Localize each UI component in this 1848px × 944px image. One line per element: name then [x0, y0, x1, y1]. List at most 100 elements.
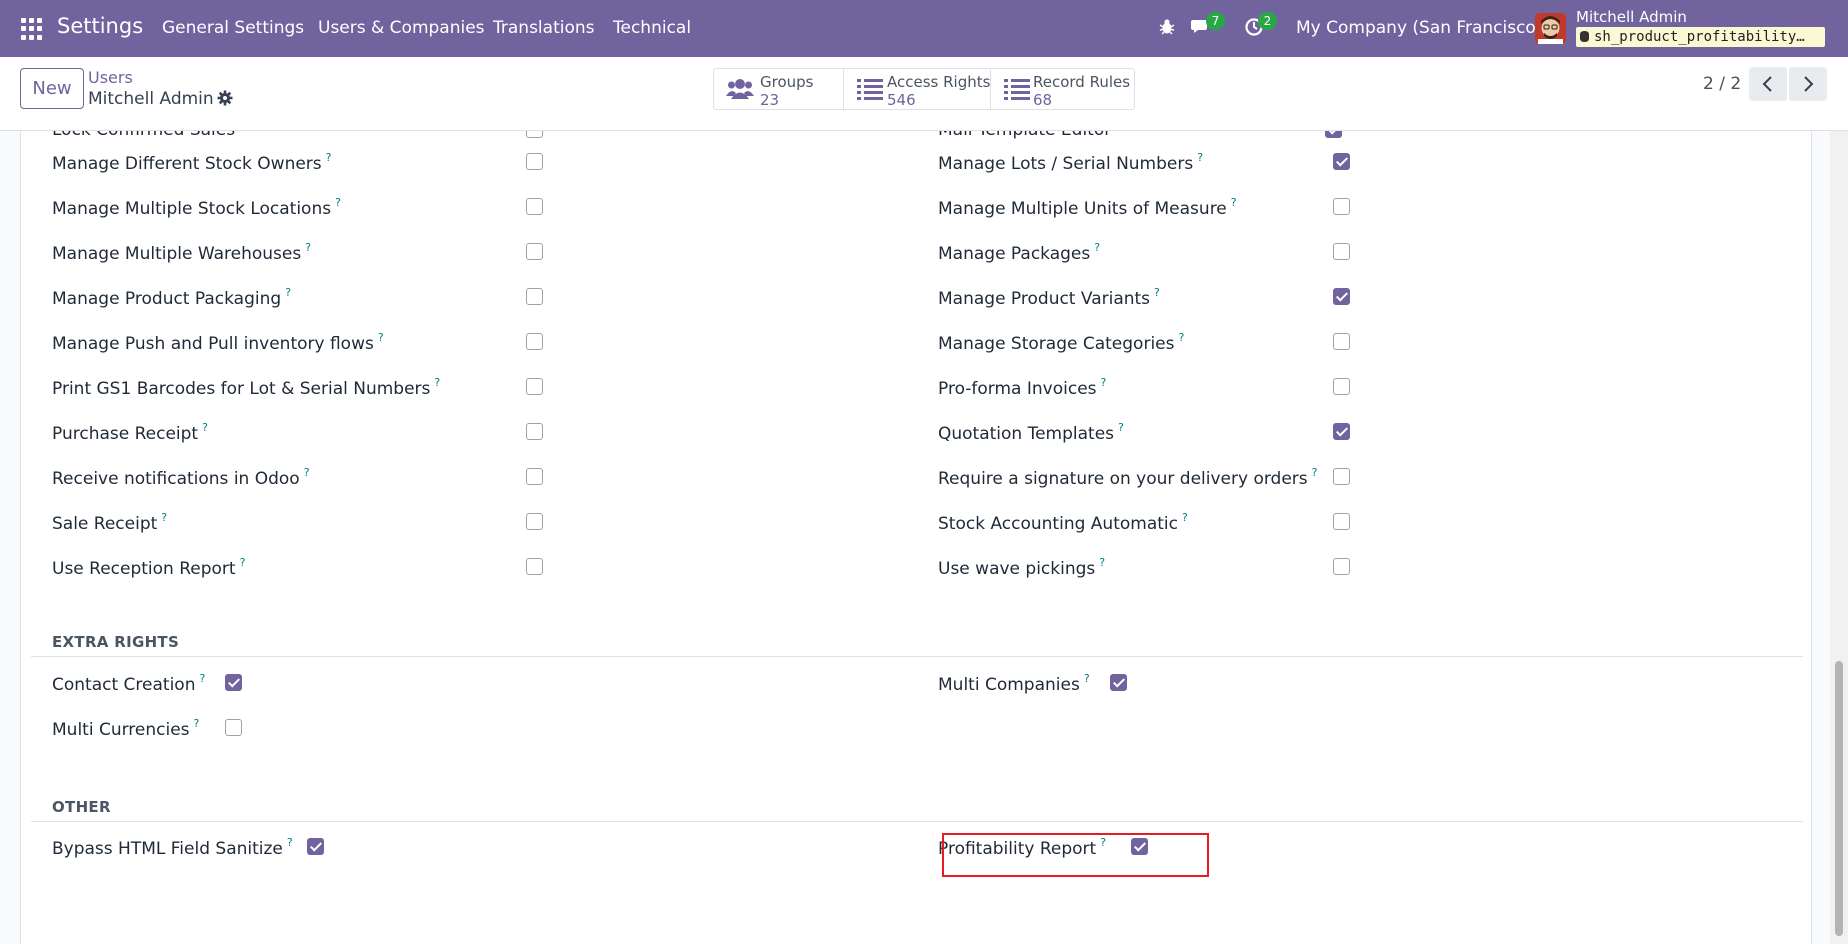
help-tooltip-icon[interactable]: ? [1094, 241, 1100, 254]
chevron-left-icon [1762, 76, 1772, 92]
access-right-checkbox[interactable] [1333, 333, 1350, 350]
access-right-checkbox[interactable] [1333, 378, 1350, 395]
scrollbar-thumb[interactable] [1835, 661, 1843, 936]
debug-bug-icon[interactable] [1158, 18, 1176, 40]
help-tooltip-icon[interactable]: ? [434, 376, 440, 389]
access-right-checkbox[interactable] [526, 423, 543, 440]
help-tooltip-icon[interactable]: ? [335, 196, 341, 209]
menu-general-settings[interactable]: General Settings [162, 18, 304, 38]
help-tooltip-icon[interactable]: ? [194, 717, 200, 730]
access-right-checkbox[interactable] [526, 153, 543, 170]
help-tooltip-icon[interactable]: ? [326, 151, 332, 164]
access-right-checkbox[interactable] [1333, 558, 1350, 575]
access-right-checkbox[interactable] [1333, 243, 1350, 260]
contact-creation-checkbox[interactable] [225, 674, 242, 691]
access-right-checkbox[interactable] [526, 513, 543, 530]
access-right-checkbox[interactable] [526, 333, 543, 350]
user-avatar[interactable] [1535, 13, 1566, 44]
multi-currencies-label: Multi Currencies? [52, 717, 200, 740]
help-tooltip-icon[interactable]: ? [1154, 286, 1160, 299]
right-checkbox-cut-left[interactable] [526, 131, 543, 138]
messages-chat-icon[interactable]: 7 [1190, 12, 1225, 42]
help-tooltip-icon[interactable]: ? [305, 241, 311, 254]
access-right-label: Manage Multiple Units of Measure? [938, 196, 1237, 219]
breadcrumb-users[interactable]: Users [88, 68, 133, 87]
activities-clock-icon[interactable]: 2 [1244, 12, 1277, 42]
form-sheet: Lock Confirmed Sales Mail Template Edito… [20, 131, 1812, 944]
breadcrumb-current-record: Mitchell Admin [88, 89, 214, 109]
pager-previous-button[interactable] [1749, 67, 1787, 101]
groups-stat-button[interactable]: Groups 23 [714, 69, 844, 109]
help-tooltip-icon[interactable]: ? [1118, 421, 1124, 434]
access-right-checkbox[interactable] [526, 243, 543, 260]
access-right-checkbox[interactable] [1333, 198, 1350, 215]
app-title[interactable]: Settings [57, 14, 143, 38]
access-rights-stat-button[interactable]: Access Rights 546 [844, 69, 991, 109]
access-right-checkbox[interactable] [526, 378, 543, 395]
help-tooltip-icon[interactable]: ? [1101, 376, 1107, 389]
right-checkbox-cut-right[interactable] [1325, 131, 1342, 138]
activities-badge: 2 [1258, 12, 1277, 30]
menu-translations[interactable]: Translations [493, 18, 595, 38]
access-right-label: Manage Different Stock Owners? [52, 151, 332, 174]
help-tooltip-icon[interactable]: ? [1099, 556, 1105, 569]
access-right-checkbox[interactable] [526, 288, 543, 305]
help-tooltip-icon[interactable]: ? [304, 466, 310, 479]
help-tooltip-icon[interactable]: ? [1182, 511, 1188, 524]
app-menu-grid-icon[interactable] [21, 18, 43, 40]
access-right-checkbox[interactable] [1333, 423, 1350, 440]
record-rules-label: Record Rules [1033, 73, 1131, 91]
groups-label: Groups [760, 73, 814, 91]
access-right-label: Quotation Templates? [938, 421, 1124, 444]
help-tooltip-icon[interactable]: ? [161, 511, 167, 524]
bypass-html-checkbox[interactable] [307, 838, 324, 855]
access-right-checkbox[interactable] [526, 468, 543, 485]
access-right-checkbox[interactable] [1333, 153, 1350, 170]
help-tooltip-icon[interactable]: ? [1178, 331, 1184, 344]
access-right-label: Manage Multiple Warehouses? [52, 241, 312, 264]
access-right-label: Manage Push and Pull inventory flows? [52, 331, 384, 354]
list-icon [1003, 77, 1031, 105]
help-tooltip-icon[interactable]: ? [1084, 672, 1090, 685]
messages-badge: 7 [1206, 12, 1225, 30]
help-tooltip-icon[interactable]: ? [1231, 196, 1237, 209]
help-tooltip-icon[interactable]: ? [378, 331, 384, 344]
gear-icon[interactable] [217, 90, 233, 110]
access-right-label: Purchase Receipt? [52, 421, 208, 444]
access-right-checkbox[interactable] [526, 198, 543, 215]
menu-users-companies[interactable]: Users & Companies [318, 18, 485, 38]
access-right-label: Stock Accounting Automatic? [938, 511, 1188, 534]
pager-next-button[interactable] [1789, 67, 1827, 101]
access-right-label: Manage Storage Categories? [938, 331, 1185, 354]
access-right-checkbox[interactable] [1333, 513, 1350, 530]
record-rules-stat-button[interactable]: Record Rules 68 [991, 69, 1134, 109]
help-tooltip-icon[interactable]: ? [240, 556, 246, 569]
chevron-right-icon [1804, 76, 1814, 92]
vertical-scrollbar[interactable] [1830, 131, 1848, 944]
database-name: sh_product_profitability… [1594, 29, 1805, 45]
multi-companies-checkbox[interactable] [1110, 674, 1127, 691]
multi-currencies-checkbox[interactable] [225, 719, 242, 736]
help-tooltip-icon[interactable]: ? [1312, 466, 1318, 479]
company-switcher[interactable]: My Company (San Francisco) [1296, 18, 1542, 38]
access-right-label: Manage Lots / Serial Numbers? [938, 151, 1204, 174]
access-right-checkbox[interactable] [1333, 288, 1350, 305]
pager-value[interactable]: 2 / 2 [1703, 74, 1741, 94]
menu-technical[interactable]: Technical [613, 18, 691, 38]
help-tooltip-icon[interactable]: ? [199, 672, 205, 685]
access-right-label: Receive notifications in Odoo? [52, 466, 310, 489]
help-tooltip-icon[interactable]: ? [285, 286, 291, 299]
help-tooltip-icon[interactable]: ? [287, 836, 293, 849]
help-tooltip-icon[interactable]: ? [202, 421, 208, 434]
access-right-checkbox[interactable] [1333, 468, 1350, 485]
extra-rights-title: EXTRA RIGHTS [52, 633, 180, 651]
new-button[interactable]: New [20, 68, 84, 109]
multi-companies-label: Multi Companies? [938, 672, 1090, 695]
access-right-checkbox[interactable] [526, 558, 543, 575]
access-right-label: Require a signature on your delivery ord… [938, 466, 1318, 489]
top-navbar: Settings General Settings Users & Compan… [0, 0, 1848, 57]
access-right-label: Sale Receipt? [52, 511, 168, 534]
section-divider [31, 656, 1803, 657]
user-name[interactable]: Mitchell Admin [1576, 8, 1687, 26]
help-tooltip-icon[interactable]: ? [1197, 151, 1203, 164]
